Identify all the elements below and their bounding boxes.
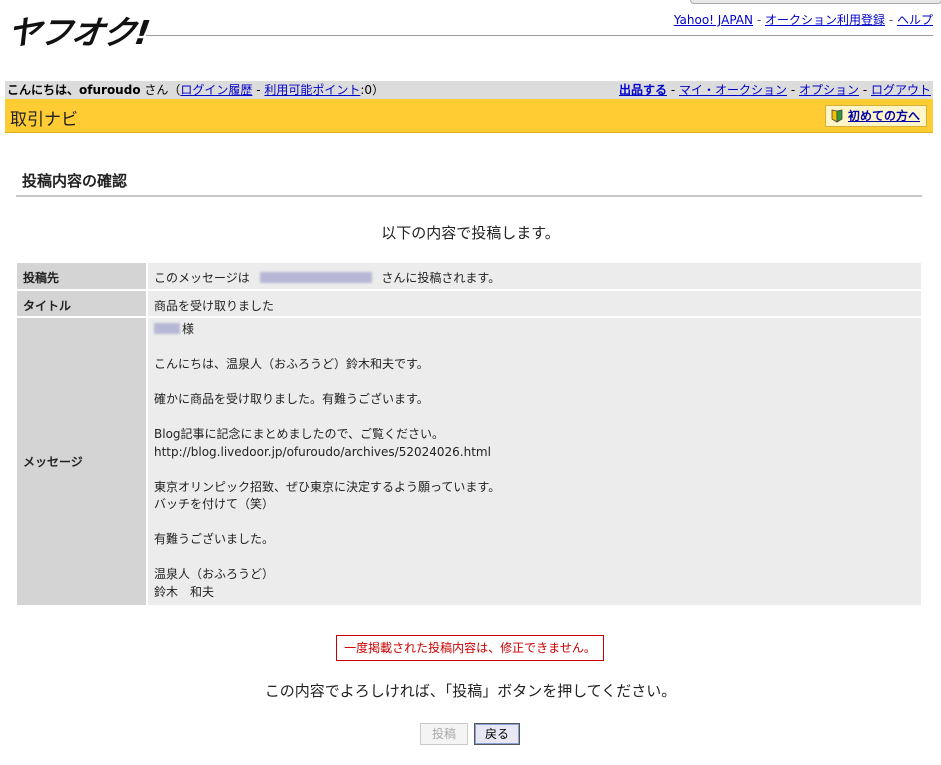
message-line (154, 374, 917, 392)
message-line: 鈴木 和夫 (154, 584, 215, 599)
auction-registration-link[interactable]: オークション利用登録 (765, 13, 885, 27)
beginner-guide[interactable]: 初めての方へ (824, 105, 927, 127)
back-button[interactable]: 戻る (474, 723, 520, 745)
message-line: 温泉人（おふろうど） (154, 567, 275, 581)
top-links: Yahoo! JAPAN - オークション利用登録 - ヘルプ (674, 11, 933, 28)
table-row: タイトル 商品を受け取りました (17, 291, 921, 318)
separator: - (790, 83, 799, 97)
warning-box: 一度掲載された投稿内容は、修正できません。 (336, 635, 604, 661)
user-greeting: こんにちは、ofuroudo さん（ログイン履歴 - 利用可能ポイント:0） (7, 81, 384, 99)
top-tab (690, 0, 941, 4)
beginner-leaf-icon (831, 109, 843, 123)
my-auction-link[interactable]: マイ・オークション (679, 83, 787, 97)
help-link[interactable]: ヘルプ (897, 13, 933, 27)
dest-prefix: このメッセージは (154, 271, 250, 285)
lead-text: 以下の内容で投稿します。 (381, 224, 560, 242)
separator: - (756, 13, 765, 27)
dest-suffix: さんに投稿されます。 (381, 271, 501, 285)
san-text: さん（ (140, 83, 181, 97)
table-row: メッセージ 様 こんにちは、温泉人（おふろうど）鈴木和夫です。 確かに商品を受け… (17, 318, 921, 607)
title-label: タイトル (17, 291, 146, 318)
post-button[interactable]: 投稿 (420, 723, 468, 745)
title-value: 商品を受け取りました (146, 291, 921, 318)
message-line (154, 409, 917, 427)
message-line (154, 514, 917, 532)
message-line: 有難うございました。 (154, 532, 275, 546)
dest-label: 投稿先 (17, 263, 146, 291)
message-line: http://blog.livedoor.jp/ofuroudo/archive… (154, 444, 491, 459)
section-divider (16, 195, 922, 197)
redacted-name (259, 272, 372, 283)
torihiki-navi-bar: 取引ナビ 初めての方へ (5, 99, 933, 133)
message-line (154, 549, 917, 567)
separator: - (670, 83, 679, 97)
beginner-link[interactable]: 初めての方へ (848, 109, 920, 123)
yahuoku-logo[interactable]: ヤフオク! (5, 6, 153, 54)
table-row: 投稿先 このメッセージは さんに投稿されます。 (17, 263, 921, 291)
confirm-text: この内容でよろしければ、「投稿」ボタンを押してください。 (264, 682, 677, 700)
header-divider (146, 35, 933, 36)
navi-title: 取引ナビ (10, 110, 78, 130)
message-line: 確かに商品を受け取りました。有難うございます。 (154, 392, 429, 406)
message-line: こんにちは、温泉人（おふろうど）鈴木和夫です。 (154, 357, 429, 371)
redacted-name (154, 323, 180, 334)
message-text: 様 (182, 322, 195, 336)
login-history-link[interactable]: ログイン履歴 (180, 83, 252, 97)
message-line (154, 461, 917, 479)
user-bar: こんにちは、ofuroudo さん（ログイン履歴 - 利用可能ポイント:0） 出… (5, 81, 933, 99)
message-line: 東京オリンピック招致、ぜひ東京に決定するよう願っています。 (154, 479, 501, 494)
message-body: 様 こんにちは、温泉人（おふろうど）鈴木和夫です。 確かに商品を受け取りました。… (146, 318, 921, 607)
section-title: 投稿内容の確認 (22, 172, 128, 190)
message-label: メッセージ (17, 318, 146, 607)
points-link[interactable]: 利用可能ポイント (264, 83, 360, 97)
message-line (154, 339, 917, 357)
dest-value: このメッセージは さんに投稿されます。 (146, 263, 921, 291)
option-link[interactable]: オプション (799, 83, 859, 97)
sell-link[interactable]: 出品する (619, 83, 667, 97)
points-value: :0） (360, 83, 385, 97)
confirm-table: 投稿先 このメッセージは さんに投稿されます。 タイトル 商品を受け取りました … (17, 263, 921, 607)
message-line: Blog記事に記念にまとめましたので、ご覧ください。 (154, 427, 445, 441)
separator: - (888, 13, 897, 27)
logout-link[interactable]: ログアウト (871, 83, 931, 97)
separator: - (252, 83, 265, 97)
message-line: バッチを付けて（笑） (154, 497, 275, 511)
user-menu: 出品する - マイ・オークション - オプション - ログアウト (619, 81, 931, 99)
message-line: 様 (154, 321, 917, 339)
username: ofuroudo (79, 83, 141, 97)
greeting-text: こんにちは、 (7, 83, 80, 97)
separator: - (862, 83, 871, 97)
yahoo-japan-link[interactable]: Yahoo! JAPAN (674, 13, 753, 27)
